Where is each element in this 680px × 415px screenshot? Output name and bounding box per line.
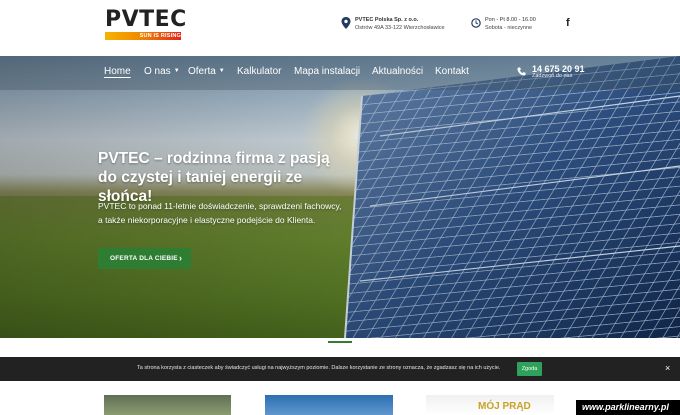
card-image-2[interactable] [265, 395, 393, 415]
close-icon[interactable]: × [665, 363, 670, 373]
card-3-label: MÓJ PRĄD [478, 401, 531, 412]
section-divider [328, 341, 352, 343]
hero-description: PVTEC to ponad 11-letnie doświadczenie, … [98, 201, 342, 225]
saturday-hours: Sobota - nieczynne [485, 25, 533, 31]
nav-oferta-label: Oferta [188, 66, 216, 77]
map-pin-icon [341, 17, 351, 29]
nav-kalkulator[interactable]: Kalkulator [237, 66, 281, 77]
company-name: PVTEC Polska Sp. z o.o. [355, 17, 419, 23]
logo-wordmark: PVTEC [105, 7, 187, 32]
hero-title: PVTEC – rodzinna firma z pasją do czyste… [98, 150, 330, 205]
nav-aktualnosci[interactable]: Aktualności [372, 66, 423, 77]
nav-home[interactable]: Home [104, 66, 131, 77]
cookie-banner: Ta strona korzysta z ciasteczek aby świa… [0, 357, 680, 381]
company-address: Ostrów 49A 33-122 Wierzchosławice [355, 25, 445, 31]
nav-oferta[interactable]: Oferta ▼ [188, 66, 225, 77]
offer-button[interactable]: OFERTA DLA CIEBIE › [98, 248, 191, 269]
site-logo[interactable]: PVTEC SUN IS RISING [105, 7, 186, 42]
chevron-right-icon: › [179, 253, 182, 263]
chevron-down-icon: ▼ [218, 68, 225, 75]
nav-mapa-instalacji[interactable]: Mapa instalacji [294, 66, 360, 77]
logo-tagline: SUN IS RISING [139, 33, 181, 39]
cookie-accept-button[interactable]: Zgoda [517, 362, 542, 376]
phone-icon [517, 67, 526, 76]
watermark: www.parklinearny.pl [576, 400, 680, 415]
offer-button-label: OFERTA DLA CIEBIE [110, 255, 178, 262]
nav-o-nas[interactable]: O nas ▼ [144, 66, 180, 77]
chevron-down-icon: ▼ [173, 68, 180, 75]
facebook-icon[interactable]: f [566, 17, 578, 31]
clock-icon [471, 18, 481, 28]
phone-label: Zadzwoń do nas [532, 73, 573, 79]
nav-kontakt[interactable]: Kontakt [435, 66, 469, 77]
card-image-1[interactable] [104, 395, 231, 415]
top-header: PVTEC SUN IS RISING PVTEC Polska Sp. z o… [0, 0, 680, 56]
card-image-3[interactable]: MÓJ PRĄD [426, 395, 554, 415]
cookie-message: Ta strona korzysta z ciasteczek aby świa… [137, 365, 501, 371]
weekday-hours: Pon - Pt 8.00 - 16.00 [485, 17, 536, 23]
nav-o-nas-label: O nas [144, 66, 171, 77]
